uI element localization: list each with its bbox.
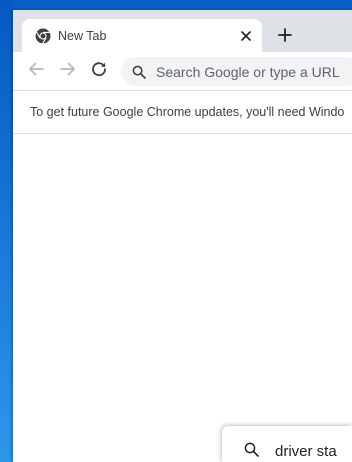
reload-icon [90, 60, 108, 83]
tab-new-tab[interactable]: New Tab [22, 19, 262, 52]
search-icon [244, 442, 259, 457]
infobar-message: To get future Google Chrome updates, you… [30, 105, 345, 119]
toolbar [13, 52, 352, 90]
reload-button[interactable] [86, 58, 112, 84]
new-tab-button[interactable] [271, 23, 299, 51]
taskbar-search-box[interactable]: driver sta [222, 426, 352, 462]
tab-title: New Tab [58, 29, 107, 43]
page-content [13, 134, 352, 462]
chrome-icon [35, 28, 51, 44]
update-infobar: To get future Google Chrome updates, you… [13, 90, 352, 134]
omnibox-input[interactable] [156, 57, 352, 86]
forward-button[interactable] [55, 58, 81, 84]
close-icon[interactable] [236, 26, 256, 46]
tab-strip: New Tab [13, 10, 352, 52]
chrome-window: New Tab Search Google or type a URL To g… [13, 10, 352, 462]
desktop-background [0, 0, 13, 462]
plus-icon [278, 27, 292, 47]
search-query[interactable]: driver sta [275, 443, 337, 461]
back-button[interactable] [23, 58, 49, 84]
omnibox[interactable] [121, 57, 352, 86]
arrow-left-icon [27, 60, 45, 83]
search-icon [132, 65, 146, 79]
arrow-right-icon [59, 60, 77, 83]
